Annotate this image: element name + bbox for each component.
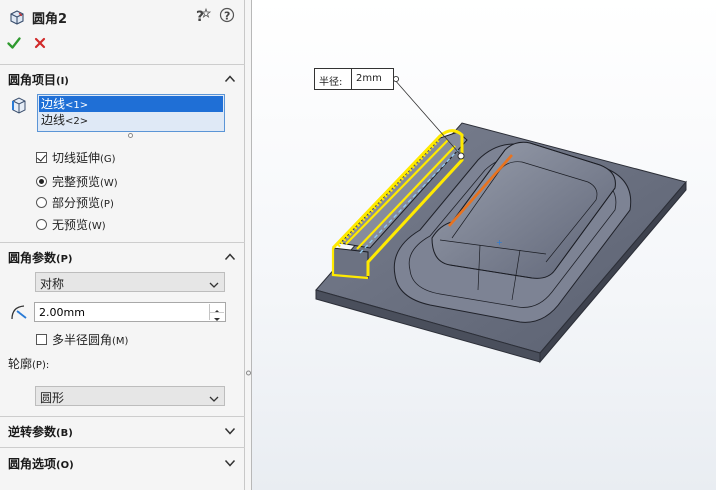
- feature-title: 圆角2: [32, 12, 68, 27]
- list-item[interactable]: 边线<2>: [39, 112, 223, 128]
- section-header-setback-parameters[interactable]: 逆转参数(B): [0, 419, 245, 443]
- property-manager-panel: 圆角2 ? ? 圆角项目(I) 边线<1> 边线<2> 切线延伸(G) 完整预览…: [0, 0, 245, 490]
- fillet-items-list[interactable]: 边线<1> 边线<2>: [37, 94, 225, 132]
- callout-label: 半径:: [319, 77, 343, 88]
- chevron-up-icon[interactable]: [224, 251, 236, 265]
- radius-callout[interactable]: 半径: 2mm: [314, 68, 394, 90]
- edge-selection-icon: [10, 96, 28, 119]
- ok-check-icon[interactable]: [7, 36, 21, 53]
- whats-new-icon[interactable]: ?: [194, 7, 212, 28]
- divider: [0, 416, 245, 417]
- partial-preview-radio[interactable]: 部分预览(P): [36, 193, 114, 211]
- splitter-handle-icon[interactable]: [246, 368, 251, 378]
- fillet-method-select[interactable]: 对称: [35, 272, 225, 292]
- radius-input[interactable]: [37, 304, 209, 320]
- checkbox[interactable]: [36, 151, 47, 163]
- section-title: 圆角项目(I): [8, 73, 69, 87]
- callout-value[interactable]: 2mm: [356, 73, 382, 84]
- divider: [0, 64, 245, 65]
- radio[interactable]: [36, 175, 47, 187]
- full-preview-radio[interactable]: 完整预览(W): [36, 172, 118, 190]
- select-value: 对称: [40, 277, 65, 291]
- select-value: 圆形: [40, 391, 65, 405]
- radio[interactable]: [36, 196, 47, 208]
- chevron-down-icon: [209, 392, 219, 406]
- section-title: 圆角选项(O): [8, 457, 74, 471]
- checkbox[interactable]: [36, 333, 47, 345]
- list-resize-handle[interactable]: [128, 133, 133, 138]
- chevron-down-icon: [209, 278, 219, 292]
- callout-anchor: [392, 75, 400, 83]
- profile-label: 轮廓(P):: [8, 357, 50, 371]
- spinner-down-button[interactable]: [210, 312, 224, 321]
- cancel-x-icon[interactable]: [34, 37, 46, 52]
- fillet-feature-icon: [8, 8, 26, 29]
- profile-select[interactable]: 圆形: [35, 386, 225, 406]
- svg-text:+: +: [496, 238, 503, 247]
- list-item[interactable]: 边线<1>: [39, 96, 223, 112]
- svg-text:?: ?: [196, 9, 204, 25]
- section-title: 逆转参数(B): [8, 425, 73, 439]
- chevron-down-icon[interactable]: [224, 457, 236, 471]
- divider: [0, 242, 245, 243]
- spinner-buttons: [209, 304, 224, 321]
- section-header-fillet-parameters[interactable]: 圆角参数(P): [0, 245, 245, 269]
- callout-leader: [393, 78, 460, 154]
- no-preview-radio[interactable]: 无预览(W): [36, 215, 106, 233]
- multi-radius-checkbox[interactable]: 多半径圆角(M): [36, 330, 128, 348]
- radio[interactable]: [36, 218, 47, 230]
- divider: [351, 69, 352, 89]
- help-icon[interactable]: ?: [219, 7, 235, 26]
- chevron-up-icon[interactable]: [224, 73, 236, 87]
- radius-icon: [9, 302, 29, 325]
- section-header-fillet-options[interactable]: 圆角选项(O): [0, 451, 245, 475]
- chevron-down-icon[interactable]: [224, 425, 236, 439]
- tangent-propagation-checkbox[interactable]: 切线延伸(G): [36, 148, 116, 166]
- section-title: 圆角参数(P): [8, 251, 73, 265]
- svg-text:?: ?: [224, 10, 230, 23]
- section-header-fillet-items[interactable]: 圆角项目(I): [0, 67, 245, 91]
- divider: [0, 447, 245, 448]
- feature-title-bar: 圆角2 ? ?: [0, 0, 245, 32]
- radius-spinner[interactable]: [34, 302, 226, 322]
- spinner-up-button[interactable]: [210, 304, 224, 313]
- panel-splitter[interactable]: [245, 0, 252, 490]
